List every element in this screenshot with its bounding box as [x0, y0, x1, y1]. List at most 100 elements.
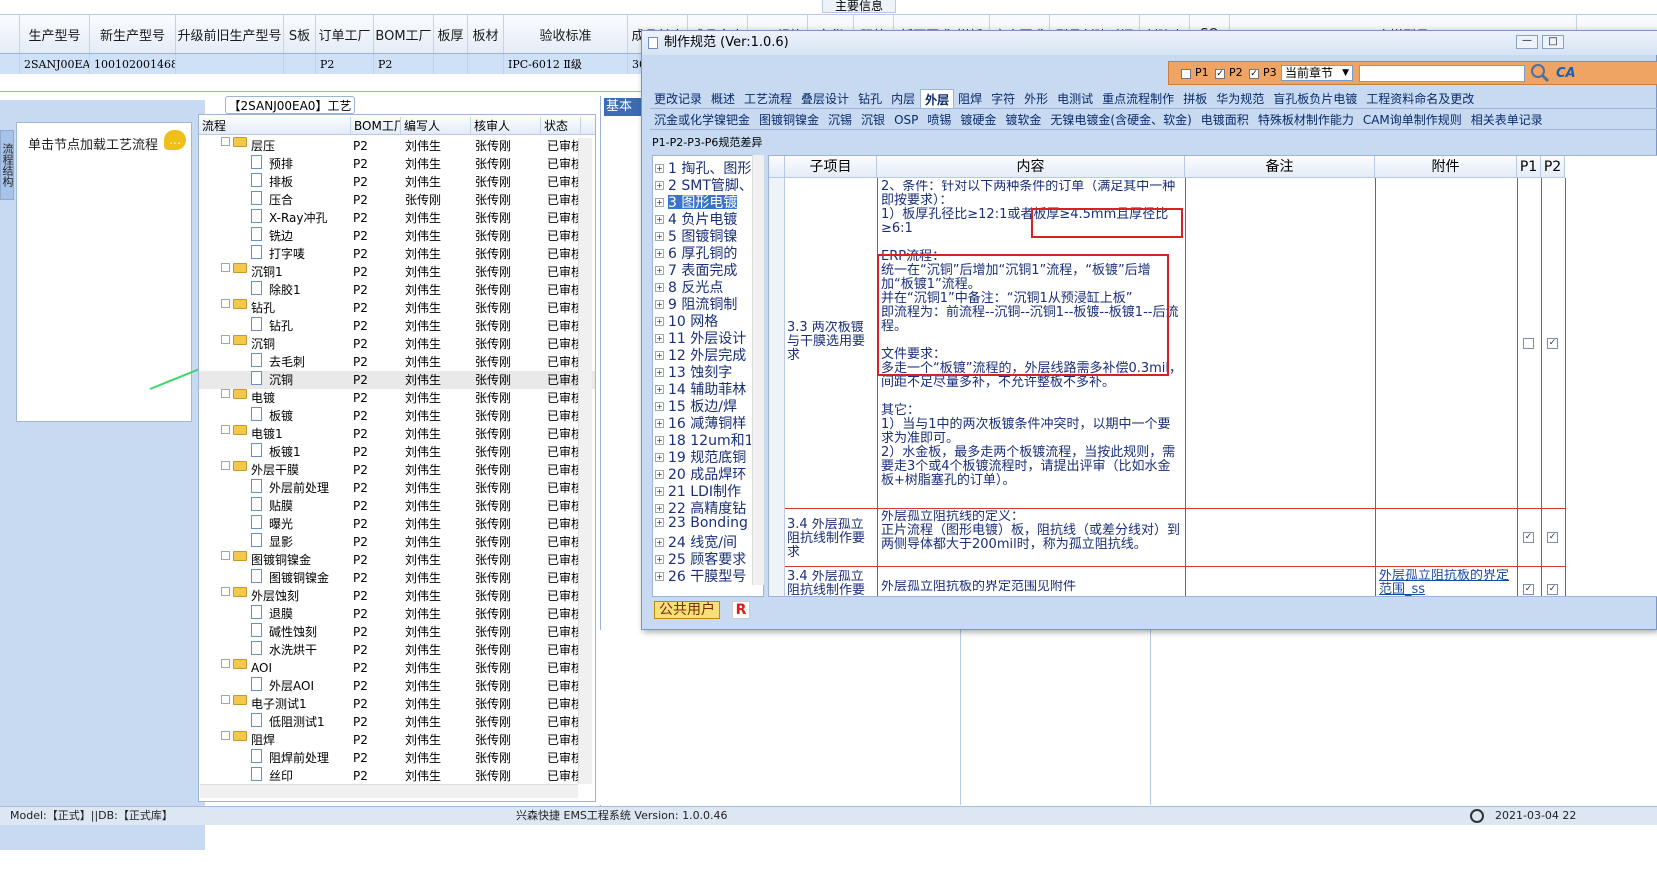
- row1-p2-checkbox[interactable]: ✓: [1547, 338, 1558, 349]
- expand-icon[interactable]: +: [655, 181, 664, 190]
- cell-s-board[interactable]: [284, 54, 316, 74]
- chapter-tree-item[interactable]: +25 顾客要求: [655, 549, 751, 566]
- expand-icon[interactable]: +: [655, 317, 664, 326]
- chapter-tree-item[interactable]: +22 高精度钻: [655, 498, 751, 515]
- collapse-icon[interactable]: −: [221, 659, 230, 668]
- spec-tab[interactable]: 沉锡: [824, 110, 858, 129]
- table-row[interactable]: 板镀 P2 刘伟生 张传刚 已审核: [199, 407, 595, 425]
- table-row[interactable]: 外层AOI P2 刘伟生 张传刚 已审核: [199, 677, 595, 695]
- col-header[interactable]: BOM工厂: [351, 117, 401, 134]
- maximize-icon[interactable]: □: [1542, 35, 1564, 49]
- table-row[interactable]: −外层蚀刻P2刘伟生张传刚已审核: [199, 587, 595, 605]
- collapse-icon[interactable]: −: [221, 695, 230, 704]
- table-row[interactable]: −电镀P2刘伟生张传刚已审核: [199, 389, 595, 407]
- table-row[interactable]: 钻孔 P2 刘伟生 张传刚 已审核: [199, 317, 595, 335]
- expand-icon[interactable]: +: [655, 283, 664, 292]
- chapter-tree-item[interactable]: +13 蚀刻字: [655, 362, 751, 379]
- spec-tab[interactable]: 盲孔板负片电镀: [1269, 89, 1363, 108]
- table-row[interactable]: −钻孔P2刘伟生张传刚已审核: [199, 299, 595, 317]
- table-row[interactable]: −电子测试1P2刘伟生张传刚已审核: [199, 695, 595, 713]
- table-row[interactable]: 压合 P2 张传刚 张传刚 已审核: [199, 191, 595, 209]
- chapter-tree-item[interactable]: +9 阻流铜制: [655, 294, 751, 311]
- chapter-tree-item[interactable]: +12 外层完成: [655, 345, 751, 362]
- table-row[interactable]: 低阻测试1 P2 刘伟生 张传刚 已审核: [199, 713, 595, 731]
- spec-tab[interactable]: 拼板: [1179, 89, 1213, 108]
- table-row[interactable]: −AOIP2刘伟生张传刚已审核: [199, 659, 595, 677]
- expand-icon[interactable]: +: [655, 198, 664, 207]
- chapter-tree-item[interactable]: +16 减薄铜样: [655, 413, 751, 430]
- collapse-icon[interactable]: −: [221, 425, 230, 434]
- p1-checkbox[interactable]: [1181, 69, 1191, 79]
- table-row[interactable]: 贴膜 P2 刘伟生 张传刚 已审核: [199, 497, 595, 515]
- col-header[interactable]: 核审人: [471, 117, 541, 134]
- col-header[interactable]: 验收标准: [504, 15, 628, 53]
- col-header-content[interactable]: 内容: [877, 156, 1185, 178]
- cell-material[interactable]: [468, 54, 504, 74]
- table-row[interactable]: −阻焊P2刘伟生张传刚已审核: [199, 731, 595, 749]
- cell-acceptance[interactable]: IPC-6012 Ⅱ级: [504, 54, 628, 74]
- minimize-icon[interactable]: —: [1516, 35, 1538, 49]
- spec-window-titlebar[interactable]: 制作规范 (Ver:1.0.6) — □: [642, 31, 1657, 55]
- collapse-icon[interactable]: −: [221, 335, 230, 344]
- row2-content[interactable]: 外层孤立阻抗线的定义： 正片流程（图形电镀）板，阻抗线（或差分线对）到两侧导体都…: [881, 510, 1183, 564]
- search-icon[interactable]: [1529, 63, 1551, 83]
- spec-tab[interactable]: OSP: [890, 110, 924, 129]
- cell-product-model[interactable]: 2SANJ00EA0: [20, 54, 90, 74]
- table-row[interactable]: 图镀铜镍金 P2 刘伟生 张传刚 已审核: [199, 569, 595, 587]
- main-info-tab[interactable]: 主要信息: [822, 0, 896, 13]
- spec-tab[interactable]: 工艺流程: [740, 89, 798, 108]
- chapter-tree-item[interactable]: +14 辅助菲林: [655, 379, 751, 396]
- col-header[interactable]: 流程: [199, 117, 351, 134]
- table-row[interactable]: −层压P2刘伟生张传刚已审核: [199, 137, 595, 155]
- col-header[interactable]: 编写人: [401, 117, 471, 134]
- chapter-tree-item[interactable]: +3 图形电镀: [655, 192, 751, 209]
- expand-icon[interactable]: +: [655, 470, 664, 479]
- col-header[interactable]: 新生产型号: [90, 15, 176, 53]
- chapter-tree-item[interactable]: +4 负片电镀: [655, 209, 751, 226]
- chapter-tree-item[interactable]: +10 网格: [655, 311, 751, 328]
- table-row[interactable]: 显影 P2 刘伟生 张传刚 已审核: [199, 533, 595, 551]
- table-row[interactable]: 打字唛 P2 刘伟生 张传刚 已审核: [199, 245, 595, 263]
- expand-icon[interactable]: +: [655, 453, 664, 462]
- expand-icon[interactable]: +: [655, 249, 664, 258]
- chapter-tree[interactable]: +1 掏孔、图形 +2 SMT管脚、 +3 图形电镀 +4 负片电镀 +5 图镀铜镍 +6…: [652, 155, 764, 597]
- table-row[interactable]: −外层干膜P2刘伟生张传刚已审核: [199, 461, 595, 479]
- spec-tab[interactable]: 外层: [920, 89, 955, 108]
- row3-subitem[interactable]: 3.4 外层孤立阻抗线制作要求: [787, 570, 875, 596]
- spec-tab[interactable]: CAM询单制作规则: [1359, 110, 1467, 129]
- row3-p1-checkbox[interactable]: ✓: [1523, 584, 1534, 595]
- table-row[interactable]: 除胶1 P2 刘伟生 张传刚 已审核: [199, 281, 595, 299]
- table-row[interactable]: −图镀铜镍金P2刘伟生张传刚已审核: [199, 551, 595, 569]
- row3-content[interactable]: 外层孤立阻抗板的界定范围见附件: [881, 580, 1183, 596]
- table-row[interactable]: 外层前处理 P2 刘伟生 张传刚 已审核: [199, 479, 595, 497]
- chapter-tree-item[interactable]: +15 板边/焊: [655, 396, 751, 413]
- table-row[interactable]: 丝印 P2 刘伟生 张传刚 已审核: [199, 767, 595, 785]
- chapter-tree-item[interactable]: +1 掏孔、图形: [655, 158, 751, 175]
- spec-grid[interactable]: 子项目 内容 备注 附件 P1 P2 3.3 两次板镀与干膜选用要求 2、条件：…: [768, 155, 1657, 597]
- chapter-tree-item[interactable]: +6 厚孔铜的: [655, 243, 751, 260]
- chapter-tree-item[interactable]: +20 成品焊环: [655, 464, 751, 481]
- expand-icon[interactable]: +: [655, 334, 664, 343]
- p2-checkbox[interactable]: ✓: [1215, 69, 1225, 79]
- expand-icon[interactable]: +: [655, 266, 664, 275]
- chapter-tree-item[interactable]: +21 LDI制作: [655, 481, 751, 498]
- table-row[interactable]: 沉铜 P2 刘伟生 张传刚 已审核: [199, 371, 595, 389]
- cell-old-model[interactable]: [176, 54, 284, 74]
- row1-p1-checkbox[interactable]: [1523, 338, 1534, 349]
- collapse-icon[interactable]: −: [221, 263, 230, 272]
- expand-icon[interactable]: +: [655, 164, 664, 173]
- col-header[interactable]: 升级前旧生产型号: [176, 15, 284, 53]
- expand-icon[interactable]: +: [655, 300, 664, 309]
- col-header-subitem[interactable]: 子项目: [785, 156, 877, 178]
- expand-icon[interactable]: +: [655, 385, 664, 394]
- expand-icon[interactable]: +: [655, 436, 664, 445]
- collapse-icon[interactable]: −: [221, 389, 230, 398]
- chapter-tree-item[interactable]: +23 Bonding: [655, 515, 751, 532]
- chapter-tree-item[interactable]: +18 12um和1: [655, 430, 751, 447]
- spec-tab[interactable]: 叠层设计: [797, 89, 855, 108]
- chapter-tree-item[interactable]: +8 反光点: [655, 277, 751, 294]
- cell-order-factory[interactable]: P2: [316, 54, 374, 74]
- row3-p2-checkbox[interactable]: ✓: [1547, 584, 1558, 595]
- col-header-note[interactable]: 备注: [1185, 156, 1375, 178]
- spec-tab[interactable]: 相关表单记录: [1467, 110, 1548, 129]
